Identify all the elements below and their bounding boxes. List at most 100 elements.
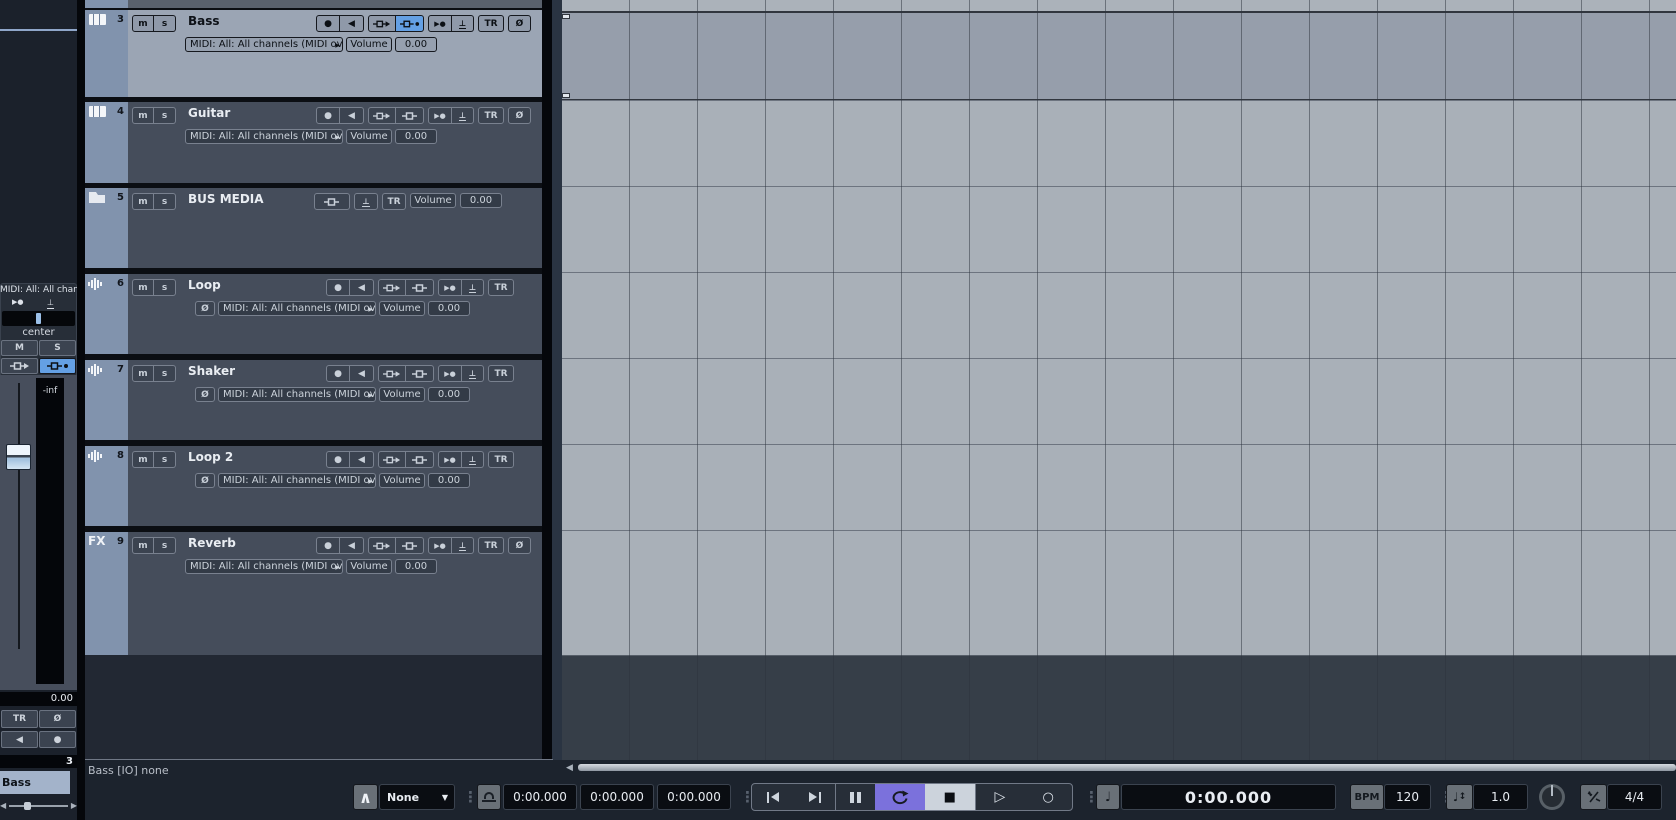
play-record-icon-button[interactable]: ▶● bbox=[428, 107, 452, 124]
track-lane-partial[interactable] bbox=[562, 0, 1676, 11]
phase-button[interactable]: Ø bbox=[508, 537, 531, 554]
selected-lane-handle-top[interactable] bbox=[562, 14, 570, 19]
mute-button[interactable]: m bbox=[132, 365, 154, 382]
cycle-button[interactable] bbox=[875, 784, 925, 810]
routing-display[interactable]: MIDI: All: All channels (MIDI over ▶ bbox=[218, 387, 376, 402]
auto-quantize-button[interactable]: ∧ bbox=[353, 784, 378, 810]
track-color-strip[interactable]: 6 bbox=[85, 274, 128, 354]
solo-button[interactable]: s bbox=[154, 15, 176, 32]
monitor-button[interactable]: ◀ bbox=[340, 107, 364, 124]
mute-button[interactable]: M bbox=[1, 340, 38, 356]
play-record-icon-button[interactable]: ▶● bbox=[438, 365, 462, 382]
timebase-button[interactable]: ⊥ bbox=[462, 365, 484, 382]
track-name[interactable]: Loop 2 bbox=[188, 450, 233, 464]
tr-button[interactable]: TR bbox=[488, 451, 514, 468]
insert-mode-dropdown[interactable]: None ▼ bbox=[379, 784, 455, 810]
input-routing-button[interactable] bbox=[368, 107, 396, 124]
track-lane-loop[interactable] bbox=[562, 272, 1676, 358]
stop-button[interactable]: ■ bbox=[924, 784, 975, 810]
track-lane-bass-selected[interactable] bbox=[562, 13, 1676, 99]
phase-button[interactable]: Ø bbox=[195, 301, 215, 316]
track-color-strip[interactable]: FX 9 bbox=[85, 532, 128, 655]
track-row-loop2[interactable]: 8 m s Loop 2 ● ◀ ▶● ⊥ TR Ø MIDI: All: Al… bbox=[85, 446, 542, 526]
tr-button[interactable]: TR bbox=[488, 279, 514, 296]
track-color-strip[interactable]: 8 bbox=[85, 446, 128, 526]
track-lane-reverb[interactable] bbox=[562, 530, 1676, 655]
play-record-icon-button[interactable]: ▶● bbox=[438, 451, 462, 468]
play-record-icon-button[interactable]: ▶● bbox=[438, 279, 462, 296]
input-routing-button[interactable] bbox=[378, 451, 406, 468]
track-lane-bus-media[interactable] bbox=[562, 186, 1676, 272]
time-signature-button[interactable] bbox=[1580, 784, 1607, 810]
monitor-button[interactable]: ◀ bbox=[350, 365, 374, 382]
mute-button[interactable]: m bbox=[132, 107, 154, 124]
routing-display[interactable]: MIDI: All: All channels (MIDI over ▶ bbox=[218, 473, 376, 488]
track-row-bus-media[interactable]: 5 m s BUS MEDIA ⊥ TR Volume 0.00 bbox=[85, 188, 542, 268]
solo-button[interactable]: s bbox=[154, 107, 176, 124]
volume-value[interactable]: 0.00 bbox=[460, 193, 502, 208]
routing-display[interactable]: MIDI: All: All channels (MIDI over ▶ bbox=[218, 301, 376, 316]
timebase-button[interactable]: ⊥ bbox=[452, 15, 474, 32]
record-enable-button[interactable]: ● bbox=[39, 731, 76, 748]
solo-button[interactable]: s bbox=[154, 193, 176, 210]
tempo-value[interactable]: 120 bbox=[1384, 784, 1431, 810]
output-routing-button[interactable] bbox=[396, 107, 424, 124]
track-list-splitter[interactable] bbox=[542, 0, 552, 762]
input-routing-button[interactable] bbox=[378, 365, 406, 382]
mute-button[interactable]: m bbox=[132, 451, 154, 468]
monitor-button[interactable]: ◀ bbox=[350, 279, 374, 296]
solo-button[interactable]: s bbox=[154, 537, 176, 554]
mute-button[interactable]: m bbox=[132, 537, 154, 554]
marker-button[interactable] bbox=[835, 784, 875, 810]
track-color-strip[interactable]: 7 bbox=[85, 360, 128, 440]
track-color-strip[interactable]: 4 bbox=[85, 102, 128, 183]
panel-divider[interactable] bbox=[77, 0, 85, 820]
overview-zoom-slider[interactable]: ◀ ▶ bbox=[0, 799, 77, 813]
track-name[interactable]: Bass bbox=[188, 14, 220, 28]
play-button[interactable]: ▷ bbox=[974, 784, 1025, 810]
selected-track-name[interactable]: Bass bbox=[0, 771, 70, 794]
tr-button[interactable]: TR bbox=[478, 537, 504, 554]
timebase-icon[interactable]: ⊥ bbox=[47, 298, 54, 309]
pan-control[interactable] bbox=[2, 311, 75, 326]
timebase-button[interactable]: ⊥ bbox=[462, 279, 484, 296]
input-routing-button[interactable] bbox=[378, 279, 406, 296]
scroll-left-arrow-icon[interactable]: ◀ bbox=[566, 763, 573, 773]
monitor-button[interactable]: ◀ bbox=[1, 731, 38, 748]
play-record-icon[interactable]: ▶● bbox=[12, 298, 24, 306]
track-row-guitar[interactable]: 4 m s Guitar ● ◀ ▶● ⊥ TR Ø MIDI: All: Al… bbox=[85, 102, 542, 183]
speed-mode-button[interactable]: ♩ ↕ bbox=[1446, 784, 1473, 810]
record-button[interactable]: ○ bbox=[1024, 784, 1072, 810]
volume-value[interactable]: 0.00 bbox=[428, 301, 470, 316]
output-routing-button[interactable] bbox=[314, 193, 350, 210]
output-routing-button[interactable] bbox=[406, 279, 434, 296]
slider-thumb[interactable] bbox=[24, 802, 31, 810]
record-enable-button[interactable]: ● bbox=[316, 15, 340, 32]
time-display-3[interactable]: 0:00.000 bbox=[657, 784, 731, 810]
record-enable-button[interactable]: ● bbox=[326, 279, 350, 296]
monitor-button[interactable]: ◀ bbox=[340, 537, 364, 554]
phase-button[interactable]: Ø bbox=[508, 107, 531, 124]
speed-value[interactable]: 1.0 bbox=[1473, 784, 1528, 810]
track-name[interactable]: Shaker bbox=[188, 364, 235, 378]
phase-button[interactable]: Ø bbox=[508, 15, 531, 32]
volume-value[interactable]: 0.00 bbox=[395, 129, 437, 144]
track-row-bass[interactable]: 3 m s Bass ● ◀ ▶● ⊥ TR Ø MIDI: All: All … bbox=[85, 10, 542, 97]
track-row-partial[interactable] bbox=[85, 0, 542, 8]
volume-value[interactable]: 0.00 bbox=[395, 37, 437, 52]
output-routing-button[interactable] bbox=[396, 537, 424, 554]
tr-button[interactable]: TR bbox=[478, 107, 504, 124]
timebase-button[interactable]: ⊥ bbox=[452, 537, 474, 554]
routing-display[interactable]: MIDI: All: All channels (MIDI over ▶ bbox=[185, 129, 343, 144]
mute-button[interactable]: m bbox=[132, 15, 154, 32]
input-routing-button[interactable] bbox=[368, 15, 396, 32]
go-to-end-button[interactable] bbox=[794, 784, 836, 810]
input-routing-button[interactable] bbox=[368, 537, 396, 554]
track-name[interactable]: Reverb bbox=[188, 536, 236, 550]
input-routing-button[interactable] bbox=[1, 358, 38, 374]
timebase-button[interactable]: ⊥ bbox=[462, 451, 484, 468]
primary-time-display[interactable]: 0:00.000 bbox=[1121, 784, 1336, 810]
time-display-1[interactable]: 0:00.000 bbox=[503, 784, 577, 810]
routing-display[interactable]: MIDI: All: All channels (MIDI over ▶ bbox=[185, 37, 343, 52]
time-display-2[interactable]: 0:00.000 bbox=[580, 784, 654, 810]
